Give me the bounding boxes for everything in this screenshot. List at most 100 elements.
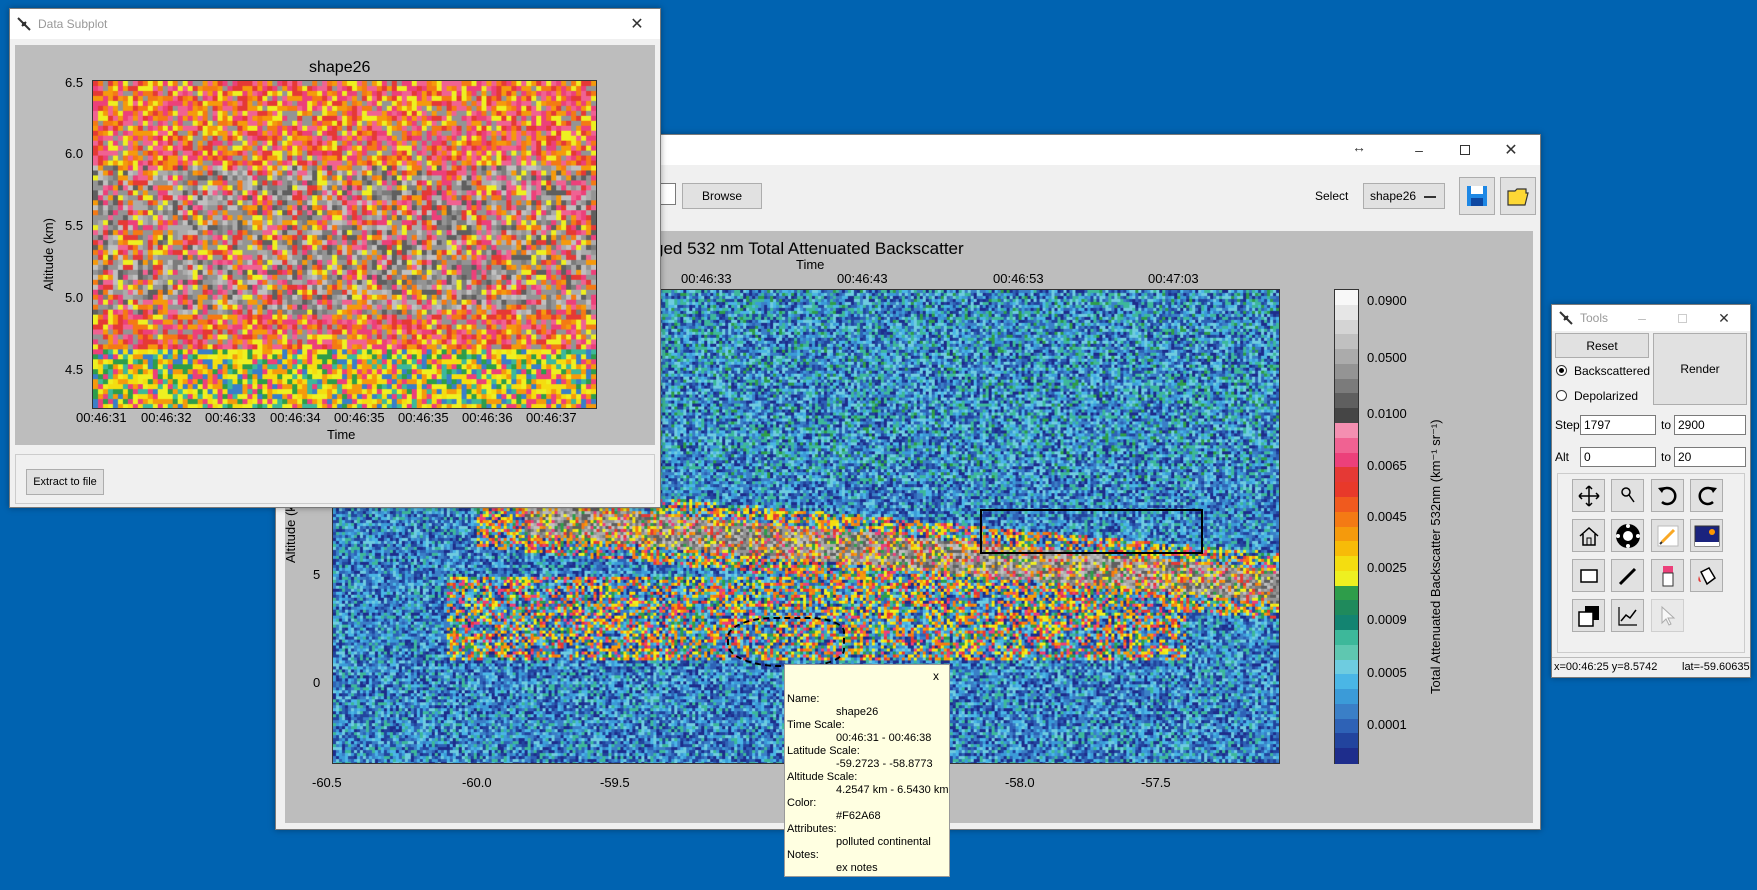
- undo-button[interactable]: [1651, 479, 1684, 512]
- x-axis-tick: -60.0: [462, 775, 492, 790]
- layer-tool-button[interactable]: [1572, 599, 1605, 632]
- subplot-footer: Extract to file: [15, 454, 655, 504]
- cursor-coords: x=00:46:25 y=8.5742: [1554, 661, 1658, 673]
- subplot-y-tick: 5.5: [65, 218, 84, 233]
- colorbar-segment: [1335, 600, 1358, 617]
- home-icon: [1579, 526, 1598, 546]
- top-axis-tick: 00:46:33: [681, 271, 732, 286]
- colorbar-tick: 0.0005: [1367, 665, 1407, 680]
- browse-button[interactable]: Browse: [682, 183, 762, 209]
- main-plot-title: ged 532 nm Total Attenuated Backscatter: [654, 239, 964, 258]
- step-label: Step: [1555, 418, 1580, 432]
- colorbar-tick: 0.0065: [1367, 458, 1407, 473]
- x-axis-tick: -60.5: [312, 775, 342, 790]
- tools-minimize-button[interactable]: –: [1622, 305, 1662, 331]
- colorbar-tick: 0.0045: [1367, 509, 1407, 524]
- eraser-tool-button[interactable]: [1651, 559, 1684, 592]
- alt-from-input[interactable]: 0: [1580, 447, 1656, 467]
- tools-maximize-button[interactable]: [1662, 305, 1702, 331]
- subplot-y-tick: 5.0: [65, 290, 84, 305]
- edit-note-button[interactable]: [1651, 519, 1684, 552]
- save-button[interactable]: [1459, 177, 1495, 215]
- gear-icon: [1615, 523, 1640, 548]
- rectangle-icon: [1579, 568, 1598, 583]
- popup-attr-label: Attributes:: [787, 823, 837, 835]
- shape-info-popup: x Name: shape26 Time Scale: 00:46:31 - 0…: [784, 664, 950, 877]
- colorbar-tick: 0.0009: [1367, 612, 1407, 627]
- colorbar-tick: 0.0900: [1367, 293, 1407, 308]
- popup-close-button[interactable]: x: [933, 669, 939, 683]
- popup-color-value: #F62A68: [836, 810, 881, 822]
- colorbar-segment: [1335, 349, 1358, 366]
- selected-rectangle-shape[interactable]: [980, 509, 1203, 554]
- top-axis-tick: 00:47:03: [1148, 271, 1199, 286]
- popup-name-label: Name:: [787, 693, 820, 705]
- popup-time-value: 00:46:31 - 00:46:38: [836, 732, 932, 744]
- depolarized-label[interactable]: Depolarized: [1574, 389, 1638, 403]
- data-subplot-window: Data Subplot ✕ shape26 Altitude (km) 6.5…: [9, 8, 661, 508]
- colorbar-segment: [1335, 748, 1358, 765]
- colorbar-label: Total Attenuated Backscatter 532nm (km⁻¹…: [1428, 419, 1443, 694]
- extract-to-file-button[interactable]: Extract to file: [26, 469, 104, 495]
- step-to-input[interactable]: 2900: [1674, 415, 1746, 435]
- file-path-input-edge[interactable]: [661, 183, 676, 205]
- colorbar-segment: [1335, 334, 1358, 351]
- top-axis-tick: 00:46:43: [837, 271, 888, 286]
- tools-close-button[interactable]: ✕: [1704, 305, 1744, 331]
- select-cursor-button[interactable]: [1651, 599, 1684, 632]
- colorbar-tick: 0.0100: [1367, 406, 1407, 421]
- plot-tool-button[interactable]: [1611, 599, 1644, 632]
- shape-select[interactable]: shape26: [1363, 183, 1445, 209]
- settings-button[interactable]: [1611, 519, 1644, 552]
- close-button[interactable]: ✕: [1488, 135, 1534, 165]
- image-export-button[interactable]: [1690, 519, 1723, 552]
- colorbar-segment: [1335, 467, 1358, 484]
- colorbar-segment: [1335, 659, 1358, 676]
- subplot-x-label: Time: [327, 427, 356, 442]
- select-label: Select: [1315, 189, 1349, 203]
- zoom-tool-button[interactable]: [1611, 479, 1644, 512]
- select-indicator-icon: [1424, 196, 1436, 198]
- home-button[interactable]: [1572, 519, 1605, 552]
- satellite-icon: [1559, 311, 1573, 325]
- freehand-tool-button[interactable]: [1611, 559, 1644, 592]
- subplot-heatmap[interactable]: [92, 80, 597, 409]
- render-button[interactable]: Render: [1653, 333, 1747, 405]
- rectangle-tool-button[interactable]: [1572, 559, 1605, 592]
- colorbar-segment: [1335, 496, 1358, 514]
- maximize-button[interactable]: [1442, 135, 1488, 165]
- subplot-x-tick: 00:46:35: [398, 410, 449, 425]
- backscattered-radio[interactable]: [1556, 365, 1567, 376]
- backscattered-label[interactable]: Backscattered: [1574, 364, 1650, 378]
- redo-button[interactable]: [1690, 479, 1723, 512]
- pan-tool-button[interactable]: [1572, 479, 1605, 512]
- reset-button[interactable]: Reset: [1555, 333, 1649, 358]
- colorbar-segment: [1335, 733, 1358, 750]
- subplot-y-tick: 4.5: [65, 362, 84, 377]
- satellite-icon: [17, 17, 31, 31]
- undo-arrow-icon: [1657, 486, 1676, 505]
- minimize-button[interactable]: –: [1396, 135, 1442, 165]
- colorbar-segment: [1335, 570, 1358, 588]
- paint-bucket-button[interactable]: [1690, 559, 1723, 592]
- subplot-x-tick: 00:46:35: [334, 410, 385, 425]
- redo-arrow-icon: [1698, 486, 1717, 505]
- colorbar-segment: [1335, 703, 1358, 721]
- subplot-x-tick: 00:46:34: [270, 410, 321, 425]
- subplot-close-button[interactable]: ✕: [614, 9, 660, 39]
- depolarized-radio[interactable]: [1556, 390, 1567, 401]
- y-axis-tick: 5: [313, 567, 321, 582]
- line-chart-icon: [1617, 606, 1637, 626]
- step-from-input[interactable]: 1797: [1580, 415, 1656, 435]
- colorbar-segment: [1335, 674, 1358, 691]
- popup-lat-value: -59.2723 - -58.8773: [836, 758, 933, 770]
- shape26-polygon[interactable]: [727, 617, 845, 667]
- colorbar-segment: [1335, 689, 1358, 706]
- alt-to-input[interactable]: 20: [1674, 447, 1746, 467]
- open-folder-button[interactable]: [1500, 177, 1536, 215]
- alt-label: Alt: [1555, 450, 1570, 464]
- popup-lat-label: Latitude Scale:: [787, 745, 860, 757]
- colorbar-segment: [1335, 319, 1358, 336]
- eraser-icon: [1662, 565, 1673, 586]
- subplot-x-tick: 00:46:32: [141, 410, 192, 425]
